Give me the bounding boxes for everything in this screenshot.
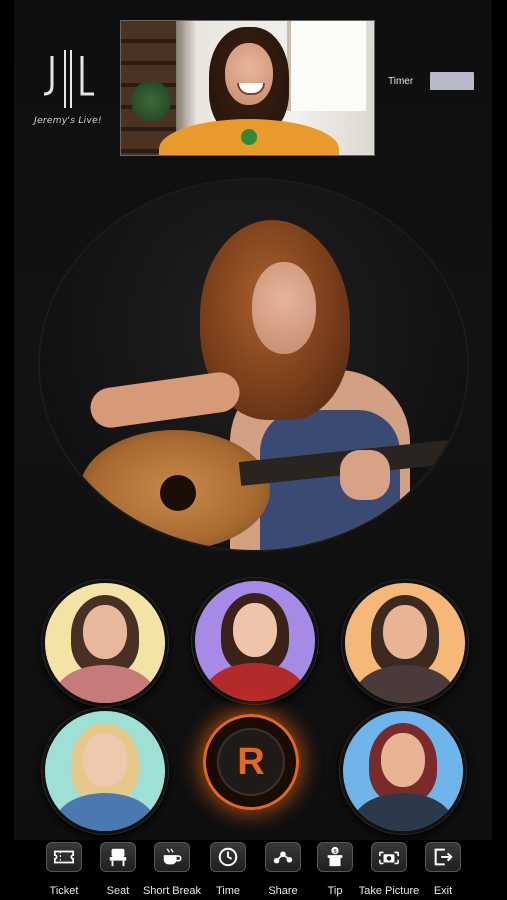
share-icon [273, 851, 293, 864]
record-letter: R [237, 740, 265, 783]
logo-text: Jeremy's Live! [34, 116, 102, 126]
guitar-soundhole [160, 475, 196, 511]
participant-avatar-2[interactable] [192, 578, 318, 704]
ticket-button-frame [46, 842, 82, 872]
participant-avatar-4[interactable] [42, 708, 168, 834]
jl-logo-icon [43, 50, 94, 108]
window [287, 21, 366, 111]
bottom-toolbar: Ticket Seat Short Break Time Share $ Tip [0, 840, 507, 900]
plant [131, 81, 171, 121]
time-button[interactable]: Time [200, 840, 256, 900]
face [381, 733, 425, 787]
shoulders [353, 793, 453, 831]
main-stage-video[interactable] [40, 180, 467, 550]
exit-icon [434, 848, 453, 866]
badge [241, 129, 257, 145]
camera-icon [379, 851, 399, 865]
shoulders [55, 665, 155, 703]
shoulders [205, 663, 305, 701]
time-button-frame [210, 842, 246, 872]
tip-jar-icon: $ [327, 846, 343, 867]
app-logo: Jeremy's Live! [18, 48, 118, 128]
record-button[interactable]: R [203, 714, 299, 810]
tip-button-frame: $ [317, 842, 353, 872]
face [83, 733, 127, 787]
shoulders [355, 665, 455, 703]
coffee-icon [163, 848, 182, 865]
face [83, 605, 127, 659]
seat-button-frame [100, 842, 136, 872]
take-picture-button-frame [371, 842, 407, 872]
participant-avatar-1[interactable] [42, 580, 168, 706]
short-break-button[interactable]: Short Break [143, 840, 201, 900]
share-button-frame [265, 842, 301, 872]
performer-arm [87, 369, 243, 431]
shoulders [55, 793, 155, 831]
seat-icon [109, 848, 127, 867]
clock-icon [218, 847, 238, 867]
face [233, 603, 277, 657]
ticket-icon [54, 850, 74, 864]
short-break-button-frame [154, 842, 190, 872]
face [383, 605, 427, 659]
svg-text:$: $ [333, 849, 336, 855]
face [225, 43, 273, 105]
performer-face [252, 262, 316, 354]
performer-hand [340, 450, 390, 500]
timer-display [430, 72, 474, 90]
participant-avatar-3[interactable] [342, 580, 468, 706]
timer-label: Timer [388, 76, 414, 87]
exit-label: Exit [433, 885, 453, 897]
participant-avatar-5[interactable] [340, 708, 466, 834]
exit-button-frame [425, 842, 461, 872]
host-camera-preview[interactable] [120, 20, 375, 156]
exit-button[interactable]: Exit [415, 840, 471, 900]
record-button-inner: R [217, 728, 285, 796]
